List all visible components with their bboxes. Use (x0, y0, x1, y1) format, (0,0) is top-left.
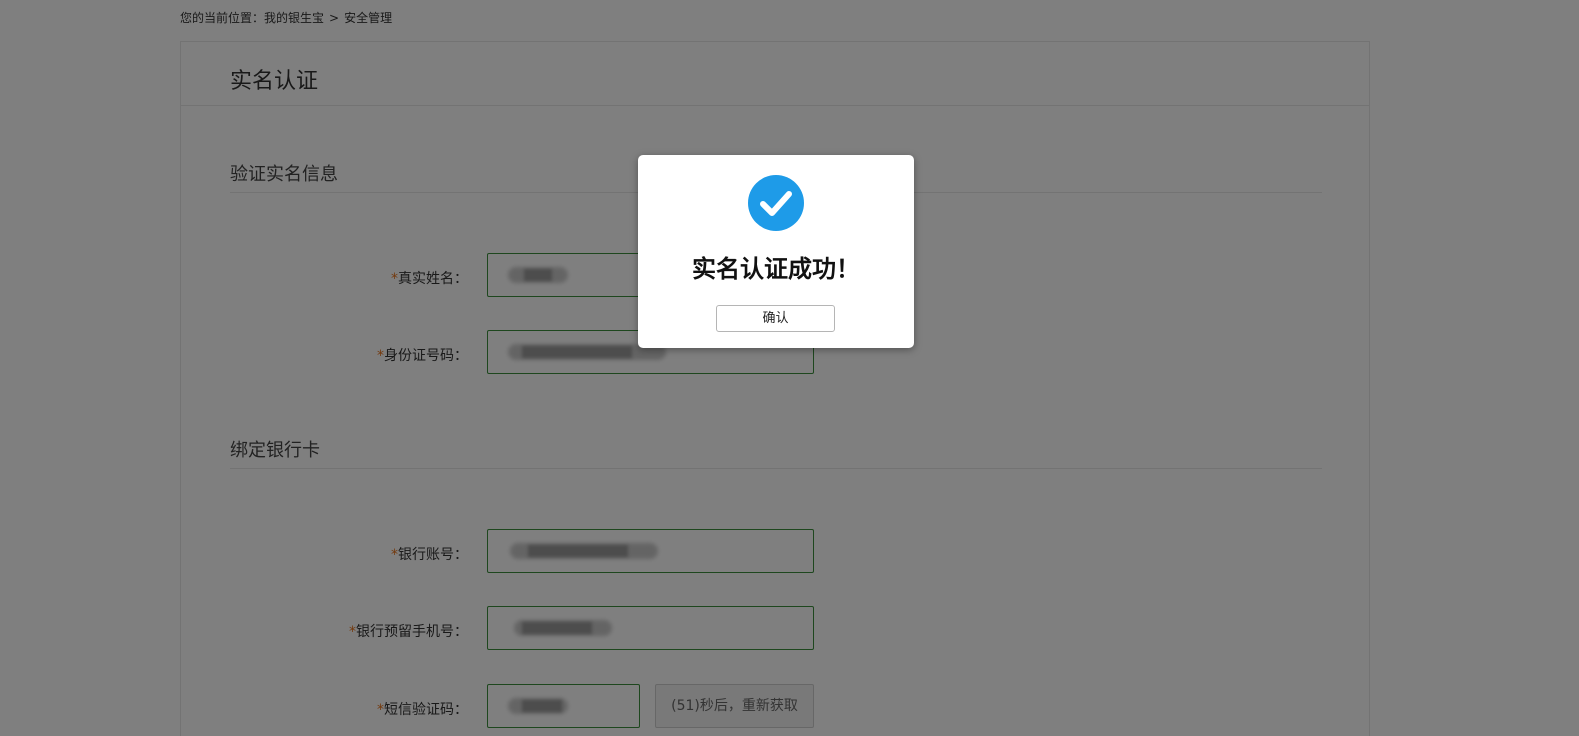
check-circle-icon (748, 175, 804, 231)
success-dialog: 实名认证成功！ 确认 (638, 155, 914, 348)
modal-overlay (0, 0, 1579, 736)
page: 您的当前位置：我的银生宝>安全管理 实名认证 验证实名信息 *真实姓名： *身份… (0, 0, 1579, 736)
success-message: 实名认证成功！ (692, 255, 860, 283)
confirm-button[interactable]: 确认 (716, 305, 835, 332)
